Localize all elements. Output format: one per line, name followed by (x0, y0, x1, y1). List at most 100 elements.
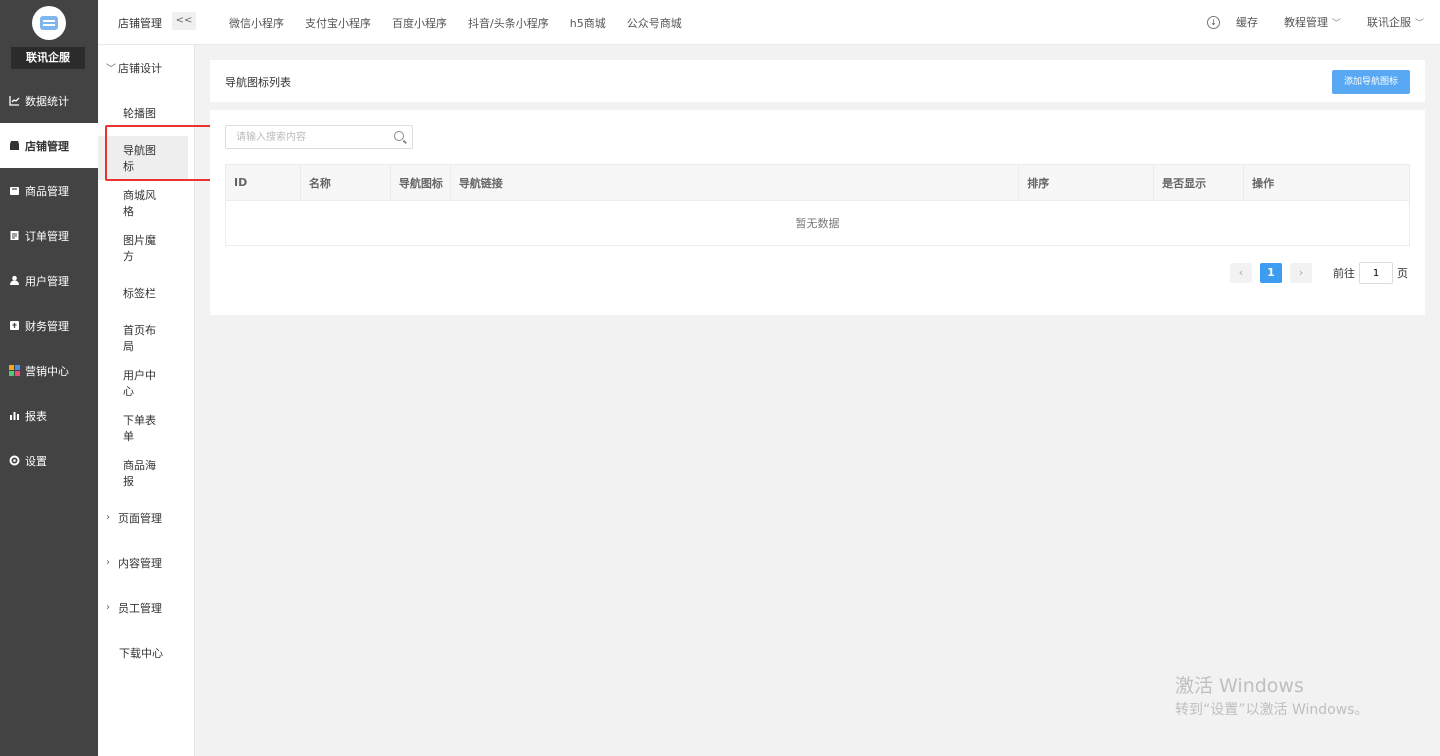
table-row: 暂无数据 (225, 200, 1410, 246)
column-header-actions[interactable]: 操作 (1243, 164, 1410, 201)
subnav-group-content[interactable]: › 内容管理 (98, 540, 194, 585)
rail-item-label: 财务管理 (25, 319, 69, 333)
download-icon[interactable]: ↓ (1206, 15, 1220, 29)
chevron-down-icon: ﹀ (106, 64, 116, 75)
collapse-button[interactable]: << (172, 12, 196, 30)
subnav-item-poster[interactable]: 商品海报 (98, 450, 194, 495)
search-box (225, 125, 413, 149)
subnav-group-label: 员工管理 (118, 601, 162, 615)
subnav-item-label: 下单表单 (123, 413, 156, 443)
main-sidebar: 联讯企服 数据统计 店铺管理 商品管理 订单管理 用户管理 财务管理 营销中心 … (0, 0, 98, 756)
finance-icon (9, 320, 20, 331)
goto-suffix: 页 (1397, 267, 1408, 280)
rail-item-label: 商品管理 (25, 184, 69, 198)
page-number[interactable]: 1 (1260, 263, 1282, 283)
brand-name: 联讯企服 (11, 47, 85, 69)
tab-alipay[interactable]: 支付宝小程序 (305, 15, 371, 31)
gear-icon (9, 455, 20, 466)
rail-item-users[interactable]: 用户管理 (0, 258, 98, 303)
search-icon[interactable] (394, 131, 404, 141)
empty-state: 暂无数据 (225, 200, 1410, 246)
goto-prefix: 前往 (1333, 267, 1355, 280)
rail-item-goods[interactable]: 商品管理 (0, 168, 98, 213)
subnav-item-label: 用户中心 (123, 368, 156, 398)
chart-line-icon (9, 95, 20, 106)
subnav-item-label: 首页布局 (123, 323, 156, 353)
column-header-name[interactable]: 名称 (299, 164, 391, 201)
column-header-icon[interactable]: 导航图标 (389, 164, 451, 201)
chevron-right-icon: › (106, 602, 110, 613)
report-icon (9, 410, 20, 421)
tutorial-menu[interactable]: 教程管理 ﹀ (1284, 14, 1341, 30)
column-header-sort[interactable]: 排序 (1018, 164, 1155, 201)
subnav-item-carousel[interactable]: 轮播图 (98, 90, 194, 135)
account-label: 联讯企服 (1366, 16, 1411, 29)
logo-icon (32, 6, 66, 40)
chevron-down-icon: ﹀ (1414, 19, 1424, 29)
column-header-id[interactable]: ID (225, 164, 301, 201)
subnav-group-design[interactable]: ﹀ 店铺设计 (98, 45, 194, 90)
rail-item-stats[interactable]: 数据统计 (0, 78, 98, 123)
goto-page-input[interactable] (1359, 262, 1393, 284)
chevron-right-icon: › (106, 557, 110, 568)
platform-tabs: 微信小程序 支付宝小程序 百度小程序 抖音/头条小程序 h5商城 公众号商城 (229, 15, 703, 31)
chevron-down-icon: ﹀ (1331, 19, 1341, 29)
windows-watermark-title: 激活 Windows (1175, 675, 1304, 697)
subnav-item-style[interactable]: 商城风格 (98, 180, 194, 225)
subnav-item-label: 商品海报 (123, 458, 156, 488)
rail-item-marketing[interactable]: 营销中心 (0, 348, 98, 393)
prev-page-button[interactable]: ‹ (1230, 263, 1252, 283)
subnav-item-label: 图片魔方 (123, 233, 156, 263)
subnav-item-tabbar[interactable]: 标签栏 (98, 270, 194, 315)
subnav-item-picture-cube[interactable]: 图片魔方 (98, 225, 194, 270)
column-header-visible[interactable]: 是否显示 (1153, 164, 1245, 201)
table-header-row: ID 名称 导航图标 导航链接 排序 是否显示 操作 (225, 164, 1410, 201)
rail-item-label: 营销中心 (25, 364, 69, 378)
rail-item-store[interactable]: 店铺管理 (0, 123, 98, 168)
subnav-group-label: 内容管理 (118, 556, 162, 570)
page-title: 导航图标列表 (225, 76, 291, 89)
goods-icon (9, 185, 20, 196)
cache-button[interactable]: 缓存 (1236, 14, 1258, 30)
tab-wechat[interactable]: 微信小程序 (229, 15, 284, 31)
list-card: ID 名称 导航图标 导航链接 排序 是否显示 操作 暂无数据 ‹ 1 › 前往… (210, 110, 1425, 315)
subnav-item-label: 轮播图 (123, 106, 156, 120)
subnav-group-page[interactable]: › 页面管理 (98, 495, 194, 540)
rail-item-label: 数据统计 (25, 94, 69, 108)
rail-item-label: 报表 (25, 409, 47, 423)
search-input[interactable] (226, 126, 386, 148)
rail-item-label: 用户管理 (25, 274, 69, 288)
tab-h5[interactable]: h5商城 (570, 15, 606, 31)
nav-icon-table: ID 名称 导航图标 导航链接 排序 是否显示 操作 暂无数据 (225, 164, 1410, 246)
list-header-card: 导航图标列表 添加导航图标 (210, 60, 1425, 102)
subnav-item-label: 标签栏 (123, 286, 156, 300)
rail-item-settings[interactable]: 设置 (0, 438, 98, 483)
rail-item-finance[interactable]: 财务管理 (0, 303, 98, 348)
column-header-link[interactable]: 导航链接 (449, 164, 1020, 201)
rail-item-orders[interactable]: 订单管理 (0, 213, 98, 258)
subnav-item-download[interactable]: 下载中心 (98, 630, 194, 675)
breadcrumb: 店铺管理 (118, 17, 162, 30)
subnav-group-label: 页面管理 (118, 511, 162, 525)
subnav-group-staff[interactable]: › 员工管理 (98, 585, 194, 630)
windows-watermark-subtitle: 转到“设置”以激活 Windows。 (1175, 702, 1369, 718)
subnav-item-home-layout[interactable]: 首页布局 (98, 315, 194, 360)
account-menu[interactable]: 联讯企服 ﹀ (1367, 14, 1424, 30)
marketing-icon (9, 365, 20, 376)
rail-item-report[interactable]: 报表 (0, 393, 98, 438)
order-icon (9, 230, 20, 241)
tab-official-account[interactable]: 公众号商城 (627, 15, 682, 31)
subnav-group-label: 店铺设计 (118, 61, 162, 75)
subnav-item-user-center[interactable]: 用户中心 (98, 360, 194, 405)
subnav-item-order-form[interactable]: 下单表单 (98, 405, 194, 450)
add-nav-icon-button[interactable]: 添加导航图标 (1332, 70, 1410, 94)
sub-sidebar: ﹀ 店铺设计 轮播图 导航图标 商城风格 图片魔方 标签栏 首页布局 用户中心 … (98, 0, 195, 756)
next-page-button[interactable]: › (1290, 263, 1312, 283)
subnav-item-label: 商城风格 (123, 188, 156, 218)
subnav-item-nav-icon[interactable]: 导航图标 (98, 135, 194, 180)
top-bar: 店铺管理 << 微信小程序 支付宝小程序 百度小程序 抖音/头条小程序 h5商城… (98, 0, 1440, 45)
tab-baidu[interactable]: 百度小程序 (392, 15, 447, 31)
tab-douyin[interactable]: 抖音/头条小程序 (468, 15, 549, 31)
logo-area: 联讯企服 (0, 0, 98, 78)
rail-item-label: 设置 (25, 454, 47, 468)
